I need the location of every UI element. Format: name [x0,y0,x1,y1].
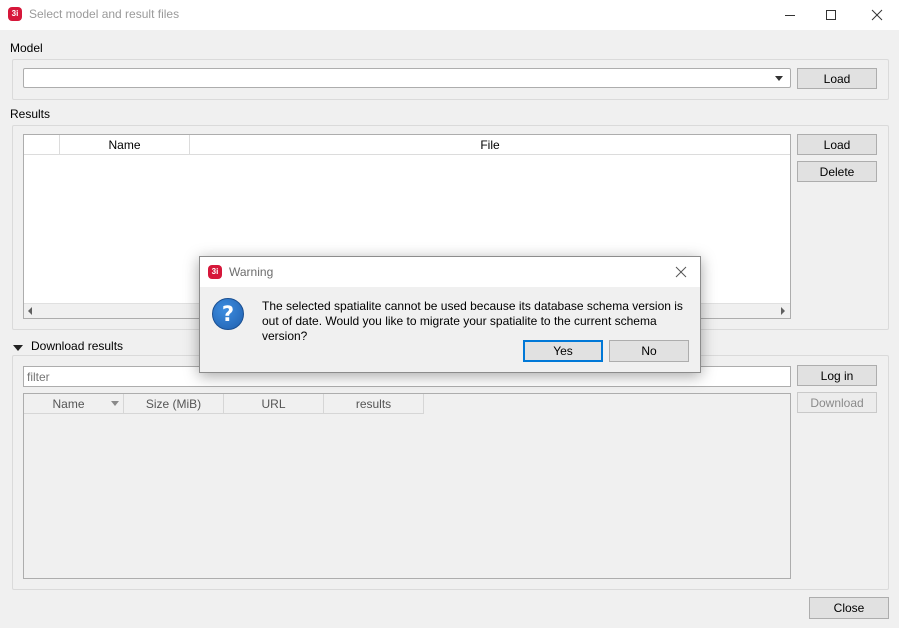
title-bar: 3i Select model and result files [0,0,899,30]
dialog-message: The selected spatialite cannot be used b… [262,299,683,343]
maximize-icon [826,10,836,20]
close-icon [871,9,883,21]
results-col-file[interactable]: File [190,135,790,155]
results-load-button[interactable]: Load [797,134,877,155]
chevron-down-icon [775,76,783,81]
model-section-label: Model [10,41,43,55]
dialog-close-button[interactable] [674,265,688,279]
download-col-size[interactable]: Size (MiB) [124,394,224,414]
warning-dialog: 3i Warning ? The selected spatialite can… [199,256,701,373]
download-section-label: Download results [31,339,124,353]
download-col-name-label: Name [52,396,85,411]
login-button[interactable]: Log in [797,365,877,386]
results-col-index[interactable] [24,135,60,155]
download-button[interactable]: Download [797,392,877,413]
dialog-title-bar: 3i Warning [200,257,700,287]
close-button[interactable]: Close [809,597,889,619]
close-window-button[interactable] [857,0,897,30]
no-button[interactable]: No [609,340,689,362]
model-combo[interactable] [23,68,791,88]
model-load-button[interactable]: Load [797,68,877,89]
window-title: Select model and result files [29,7,180,21]
download-table[interactable]: Name Size (MiB) URL results [23,393,791,579]
dialog-app-logo: 3i [208,265,222,279]
download-col-url[interactable]: URL [224,394,324,414]
minimize-icon [785,15,795,16]
dialog-title: Warning [229,265,274,279]
results-col-name[interactable]: Name [60,135,190,155]
minimize-button[interactable] [770,0,810,30]
maximize-button[interactable] [811,0,851,30]
download-col-results[interactable]: results [324,394,424,414]
results-delete-button[interactable]: Delete [797,161,877,182]
results-section-label: Results [10,107,51,121]
scroll-left-icon[interactable] [28,307,32,315]
download-col-name[interactable]: Name [24,394,124,414]
scroll-right-icon[interactable] [781,307,785,315]
question-icon: ? [212,298,244,330]
app-logo: 3i [8,7,22,21]
yes-button[interactable]: Yes [523,340,603,362]
collapse-triangle-icon [13,345,23,351]
sort-down-icon [111,401,119,406]
close-icon [675,266,687,278]
